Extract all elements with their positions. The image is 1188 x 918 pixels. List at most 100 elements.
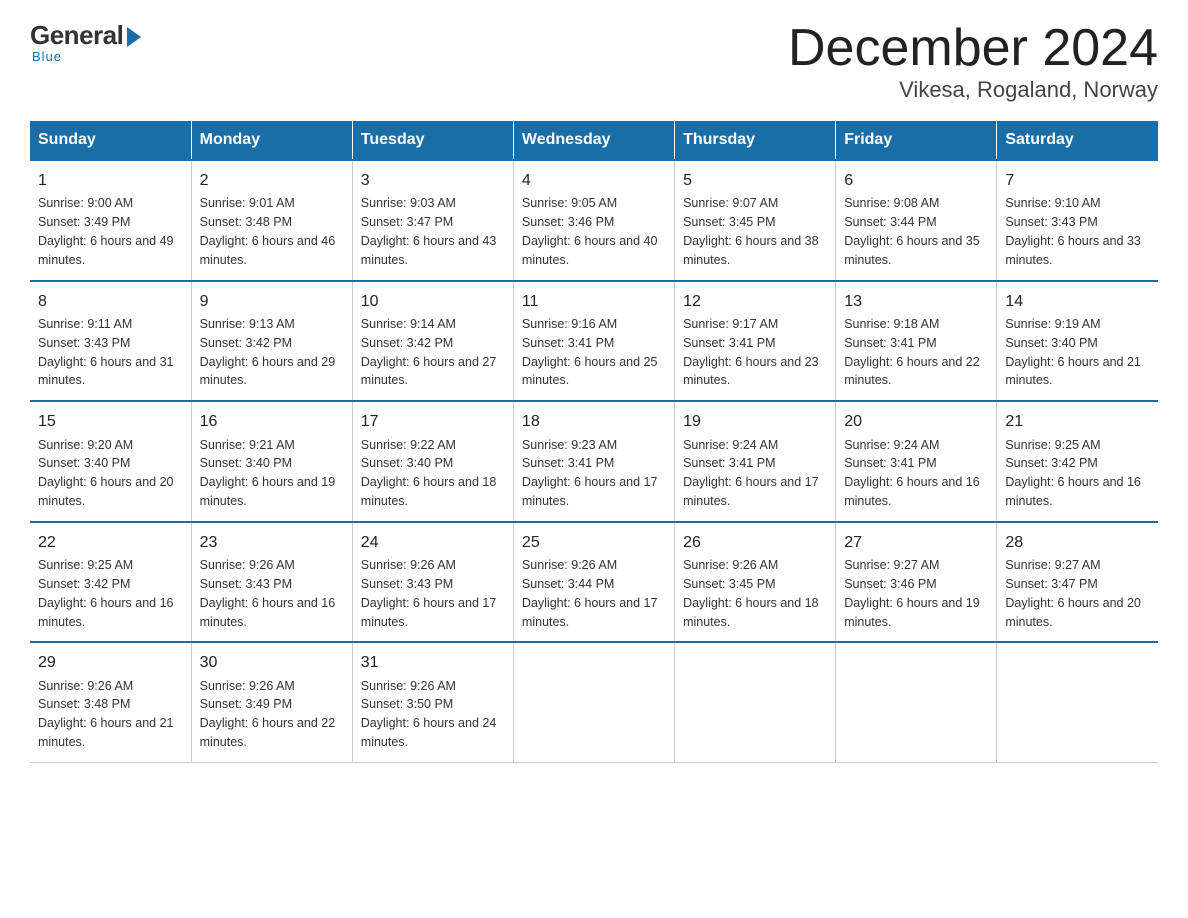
day-info: Sunrise: 9:11 AMSunset: 3:43 PMDaylight:… <box>38 317 174 388</box>
day-number: 5 <box>683 169 827 192</box>
day-number: 12 <box>683 290 827 313</box>
day-number: 28 <box>1005 531 1150 554</box>
day-info: Sunrise: 9:23 AMSunset: 3:41 PMDaylight:… <box>522 438 658 509</box>
logo: General Blue <box>30 20 141 64</box>
day-number: 26 <box>683 531 827 554</box>
calendar-cell: 12 Sunrise: 9:17 AMSunset: 3:41 PMDaylig… <box>675 281 836 402</box>
day-number: 11 <box>522 290 666 313</box>
day-number: 2 <box>200 169 344 192</box>
calendar-cell: 6 Sunrise: 9:08 AMSunset: 3:44 PMDayligh… <box>836 160 997 281</box>
calendar-cell: 17 Sunrise: 9:22 AMSunset: 3:40 PMDaylig… <box>352 401 513 522</box>
day-info: Sunrise: 9:26 AMSunset: 3:43 PMDaylight:… <box>200 558 336 629</box>
day-info: Sunrise: 9:05 AMSunset: 3:46 PMDaylight:… <box>522 196 658 267</box>
logo-general-text: General <box>30 20 123 51</box>
calendar-cell: 1 Sunrise: 9:00 AMSunset: 3:49 PMDayligh… <box>30 160 191 281</box>
day-info: Sunrise: 9:26 AMSunset: 3:45 PMDaylight:… <box>683 558 819 629</box>
calendar-cell: 22 Sunrise: 9:25 AMSunset: 3:42 PMDaylig… <box>30 522 191 643</box>
calendar-cell <box>997 642 1158 762</box>
col-monday: Monday <box>191 121 352 160</box>
day-number: 22 <box>38 531 183 554</box>
day-number: 10 <box>361 290 505 313</box>
day-number: 21 <box>1005 410 1150 433</box>
calendar-cell: 25 Sunrise: 9:26 AMSunset: 3:44 PMDaylig… <box>513 522 674 643</box>
day-info: Sunrise: 9:18 AMSunset: 3:41 PMDaylight:… <box>844 317 980 388</box>
calendar-cell: 28 Sunrise: 9:27 AMSunset: 3:47 PMDaylig… <box>997 522 1158 643</box>
day-info: Sunrise: 9:26 AMSunset: 3:50 PMDaylight:… <box>361 679 497 750</box>
calendar-cell: 14 Sunrise: 9:19 AMSunset: 3:40 PMDaylig… <box>997 281 1158 402</box>
header-row: Sunday Monday Tuesday Wednesday Thursday… <box>30 121 1158 160</box>
day-info: Sunrise: 9:19 AMSunset: 3:40 PMDaylight:… <box>1005 317 1141 388</box>
calendar-cell: 20 Sunrise: 9:24 AMSunset: 3:41 PMDaylig… <box>836 401 997 522</box>
calendar-cell: 21 Sunrise: 9:25 AMSunset: 3:42 PMDaylig… <box>997 401 1158 522</box>
col-tuesday: Tuesday <box>352 121 513 160</box>
day-info: Sunrise: 9:16 AMSunset: 3:41 PMDaylight:… <box>522 317 658 388</box>
day-info: Sunrise: 9:14 AMSunset: 3:42 PMDaylight:… <box>361 317 497 388</box>
calendar-cell <box>675 642 836 762</box>
day-number: 3 <box>361 169 505 192</box>
day-number: 29 <box>38 651 183 674</box>
day-info: Sunrise: 9:08 AMSunset: 3:44 PMDaylight:… <box>844 196 980 267</box>
day-number: 17 <box>361 410 505 433</box>
day-number: 18 <box>522 410 666 433</box>
calendar-cell: 2 Sunrise: 9:01 AMSunset: 3:48 PMDayligh… <box>191 160 352 281</box>
day-info: Sunrise: 9:25 AMSunset: 3:42 PMDaylight:… <box>1005 438 1141 509</box>
location-title: Vikesa, Rogaland, Norway <box>788 77 1158 103</box>
calendar-cell <box>513 642 674 762</box>
day-number: 20 <box>844 410 988 433</box>
calendar-cell: 19 Sunrise: 9:24 AMSunset: 3:41 PMDaylig… <box>675 401 836 522</box>
logo-triangle-icon <box>127 27 141 47</box>
day-number: 1 <box>38 169 183 192</box>
day-info: Sunrise: 9:20 AMSunset: 3:40 PMDaylight:… <box>38 438 174 509</box>
col-sunday: Sunday <box>30 121 191 160</box>
day-info: Sunrise: 9:03 AMSunset: 3:47 PMDaylight:… <box>361 196 497 267</box>
calendar-cell: 7 Sunrise: 9:10 AMSunset: 3:43 PMDayligh… <box>997 160 1158 281</box>
day-info: Sunrise: 9:10 AMSunset: 3:43 PMDaylight:… <box>1005 196 1141 267</box>
calendar-cell: 15 Sunrise: 9:20 AMSunset: 3:40 PMDaylig… <box>30 401 191 522</box>
calendar-row: 15 Sunrise: 9:20 AMSunset: 3:40 PMDaylig… <box>30 401 1158 522</box>
day-number: 16 <box>200 410 344 433</box>
day-number: 24 <box>361 531 505 554</box>
day-info: Sunrise: 9:25 AMSunset: 3:42 PMDaylight:… <box>38 558 174 629</box>
calendar-row: 29 Sunrise: 9:26 AMSunset: 3:48 PMDaylig… <box>30 642 1158 762</box>
day-info: Sunrise: 9:07 AMSunset: 3:45 PMDaylight:… <box>683 196 819 267</box>
day-info: Sunrise: 9:26 AMSunset: 3:49 PMDaylight:… <box>200 679 336 750</box>
day-number: 31 <box>361 651 505 674</box>
calendar-row: 8 Sunrise: 9:11 AMSunset: 3:43 PMDayligh… <box>30 281 1158 402</box>
day-number: 6 <box>844 169 988 192</box>
day-info: Sunrise: 9:26 AMSunset: 3:48 PMDaylight:… <box>38 679 174 750</box>
day-number: 7 <box>1005 169 1150 192</box>
col-saturday: Saturday <box>997 121 1158 160</box>
calendar-cell: 9 Sunrise: 9:13 AMSunset: 3:42 PMDayligh… <box>191 281 352 402</box>
calendar-cell: 18 Sunrise: 9:23 AMSunset: 3:41 PMDaylig… <box>513 401 674 522</box>
calendar-cell: 24 Sunrise: 9:26 AMSunset: 3:43 PMDaylig… <box>352 522 513 643</box>
day-number: 9 <box>200 290 344 313</box>
day-number: 15 <box>38 410 183 433</box>
day-number: 4 <box>522 169 666 192</box>
calendar-cell: 8 Sunrise: 9:11 AMSunset: 3:43 PMDayligh… <box>30 281 191 402</box>
calendar-cell: 13 Sunrise: 9:18 AMSunset: 3:41 PMDaylig… <box>836 281 997 402</box>
day-info: Sunrise: 9:27 AMSunset: 3:46 PMDaylight:… <box>844 558 980 629</box>
day-info: Sunrise: 9:21 AMSunset: 3:40 PMDaylight:… <box>200 438 336 509</box>
day-number: 19 <box>683 410 827 433</box>
day-info: Sunrise: 9:13 AMSunset: 3:42 PMDaylight:… <box>200 317 336 388</box>
day-number: 13 <box>844 290 988 313</box>
day-info: Sunrise: 9:24 AMSunset: 3:41 PMDaylight:… <box>683 438 819 509</box>
calendar-table: Sunday Monday Tuesday Wednesday Thursday… <box>30 121 1158 763</box>
day-info: Sunrise: 9:26 AMSunset: 3:44 PMDaylight:… <box>522 558 658 629</box>
calendar-cell: 11 Sunrise: 9:16 AMSunset: 3:41 PMDaylig… <box>513 281 674 402</box>
day-info: Sunrise: 9:24 AMSunset: 3:41 PMDaylight:… <box>844 438 980 509</box>
calendar-cell: 5 Sunrise: 9:07 AMSunset: 3:45 PMDayligh… <box>675 160 836 281</box>
month-title: December 2024 <box>788 20 1158 77</box>
calendar-cell <box>836 642 997 762</box>
col-thursday: Thursday <box>675 121 836 160</box>
calendar-cell: 27 Sunrise: 9:27 AMSunset: 3:46 PMDaylig… <box>836 522 997 643</box>
col-friday: Friday <box>836 121 997 160</box>
calendar-cell: 31 Sunrise: 9:26 AMSunset: 3:50 PMDaylig… <box>352 642 513 762</box>
calendar-row: 1 Sunrise: 9:00 AMSunset: 3:49 PMDayligh… <box>30 160 1158 281</box>
calendar-cell: 26 Sunrise: 9:26 AMSunset: 3:45 PMDaylig… <box>675 522 836 643</box>
calendar-cell: 29 Sunrise: 9:26 AMSunset: 3:48 PMDaylig… <box>30 642 191 762</box>
logo-blue-text: Blue <box>32 49 62 64</box>
day-number: 25 <box>522 531 666 554</box>
day-number: 30 <box>200 651 344 674</box>
day-number: 8 <box>38 290 183 313</box>
